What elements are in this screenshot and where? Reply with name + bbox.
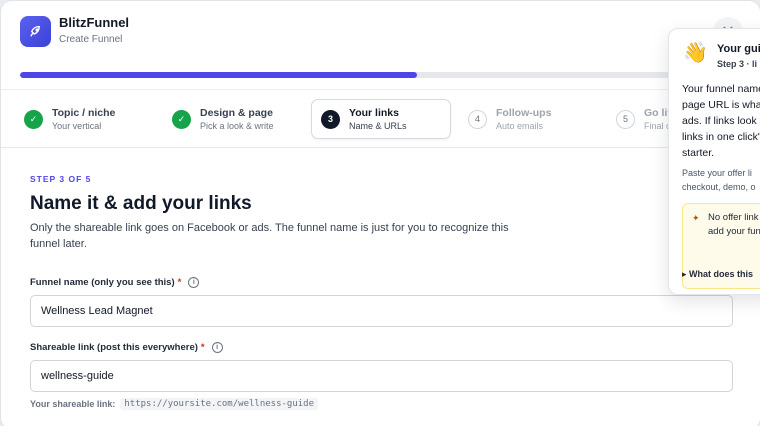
rocket-icon xyxy=(20,16,51,47)
step-eyebrow: STEP 3 OF 5 xyxy=(30,174,92,184)
funnel-name-label-text: Funnel name (only you see this) xyxy=(30,277,175,288)
step-sublabel: Name & URLs xyxy=(349,120,407,131)
funnel-name-label: Funnel name (only you see this) * i xyxy=(30,277,200,288)
required-marker: * xyxy=(177,277,182,288)
step-number: 4 xyxy=(468,109,487,129)
info-icon[interactable]: i xyxy=(211,342,223,353)
shareable-link-label: Shareable link (post this everywhere) * … xyxy=(30,342,223,353)
step-label: Follow-ups xyxy=(496,106,552,119)
share-preview-label: Your shareable link: xyxy=(30,399,116,409)
funnel-name-input[interactable] xyxy=(30,295,733,327)
guide-alert-text: No offer link and add your funnel. xyxy=(708,212,760,237)
lightbulb-icon: ✦ xyxy=(692,213,700,223)
step-sublabel: Auto emails xyxy=(496,120,544,131)
step-links[interactable]: 3 Your links Name & URLs xyxy=(311,99,451,139)
check-icon: ✓ xyxy=(24,109,43,129)
guide-faq-toggle[interactable]: ▸ What does this xyxy=(682,269,753,280)
guide-title: Your gui xyxy=(717,43,760,55)
step-number: 3 xyxy=(321,109,340,129)
progress-bar xyxy=(20,72,742,78)
shareable-link-label-text: Shareable link (post this everywhere) xyxy=(30,342,198,353)
shareable-link-input[interactable] xyxy=(30,360,733,392)
wizard-window: BlitzFunnel Create Funnel ✕ ✓ Topic / ni… xyxy=(0,0,760,426)
step-label: Your links xyxy=(349,106,399,119)
steps-nav: ✓ Topic / niche Your vertical ✓ Design &… xyxy=(1,89,760,148)
guide-body: Your funnel name page URL is what ads. I… xyxy=(682,83,760,159)
progress-fill xyxy=(20,72,418,78)
wave-icon: 👋 xyxy=(683,42,708,64)
share-preview-url[interactable]: https://yoursite.com/wellness-guide xyxy=(120,398,319,410)
page-subtitle: Create Funnel xyxy=(59,34,123,45)
step-followups[interactable]: 4 Follow-ups Auto emails xyxy=(468,99,551,139)
info-icon[interactable]: i xyxy=(188,277,200,288)
disclosure-triangle-icon: ▸ xyxy=(682,269,687,279)
share-preview: Your shareable link: https://yoursite.co… xyxy=(30,398,319,410)
guide-hint: Paste your offer li checkout, demo, o xyxy=(682,168,756,192)
step-sublabel: Your vertical xyxy=(52,120,102,131)
check-icon: ✓ xyxy=(172,109,191,129)
page-title: Name it & add your links xyxy=(30,193,252,214)
step-design[interactable]: ✓ Design & page Pick a look & write xyxy=(172,99,274,139)
guide-popover: 👋 Your gui Step 3 · li Your funnel name … xyxy=(668,28,760,295)
step-golive[interactable]: 5 Go liv Final c xyxy=(616,99,673,139)
step-sublabel: Pick a look & write xyxy=(200,120,274,131)
step-label: Topic / niche xyxy=(52,106,116,119)
required-marker: * xyxy=(200,342,205,353)
app-title: BlitzFunnel xyxy=(59,15,130,30)
step-number: 5 xyxy=(616,109,635,129)
step-label: Design & page xyxy=(200,106,273,119)
step-topic[interactable]: ✓ Topic / niche Your vertical xyxy=(24,99,115,139)
page-description: Only the shareable link goes on Facebook… xyxy=(30,222,509,250)
guide-faq-toggle-label: What does this xyxy=(689,269,754,279)
guide-step: Step 3 · li xyxy=(717,59,758,69)
